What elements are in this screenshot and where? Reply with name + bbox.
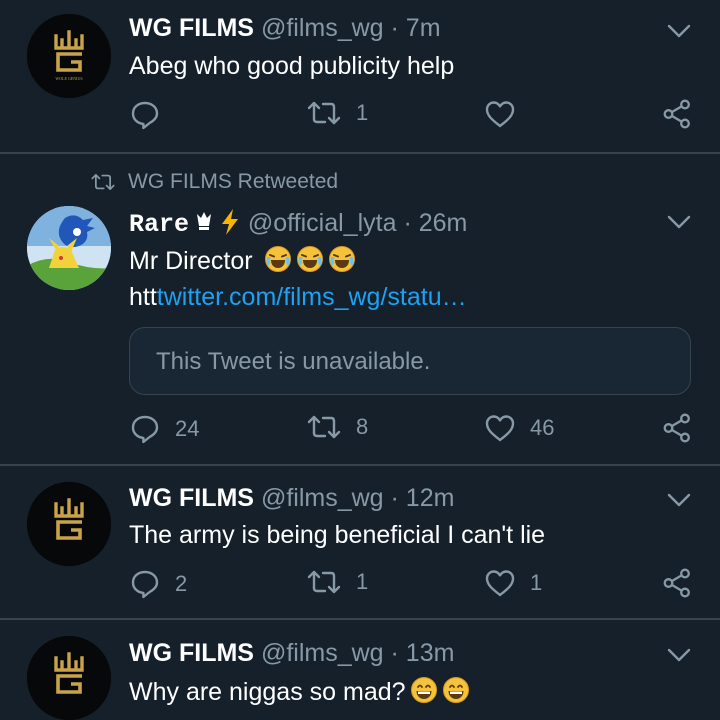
handle[interactable]: @films_wg: [261, 639, 384, 667]
handle[interactable]: @films_wg: [261, 14, 384, 42]
timestamp[interactable]: 12m: [406, 484, 455, 512]
reply-count: 24: [175, 416, 200, 441]
avatar[interactable]: [27, 206, 111, 290]
chevron-down-icon[interactable]: [664, 488, 694, 512]
handle[interactable]: @official_lyta: [248, 209, 397, 237]
tweet-text-content: Mr Director: [129, 247, 253, 275]
share-button[interactable]: [662, 568, 692, 598]
timestamp[interactable]: 7m: [406, 14, 441, 42]
unavailable-notice: This Tweet is unavailable.: [156, 348, 431, 375]
separator: ·: [390, 639, 399, 667]
tweet-1[interactable]: WOLE GENIUS WG FILMS @films_wg · 7m Abeg…: [0, 0, 720, 152]
retweeted-by[interactable]: WG FILMS Retweeted: [90, 170, 338, 194]
tweet-text: Why are niggas so mad?: [129, 676, 470, 707]
share-icon: [662, 413, 692, 443]
share-icon: [662, 568, 692, 598]
retweet-count: 1: [356, 100, 369, 125]
wg-films-logo: WOLE GENIUS: [27, 14, 111, 98]
display-name[interactable]: WG FILMS: [129, 639, 254, 667]
tweet-text: Abeg who good publicity help: [129, 52, 455, 80]
crying-laughing-emoji-icon: [328, 245, 356, 273]
separator: ·: [390, 484, 399, 512]
display-name[interactable]: WG FILMS: [129, 484, 254, 512]
tweet-header: Rare @official_lyta · 26m: [129, 208, 467, 239]
separator: ·: [403, 209, 412, 237]
reply-icon: [129, 413, 161, 445]
handle[interactable]: @films_wg: [261, 484, 384, 512]
wg-films-logo: [27, 636, 111, 720]
avatar-image: [27, 206, 111, 290]
lightning-icon: [221, 209, 238, 235]
heart-icon: [484, 568, 516, 598]
tweet-header: WG FILMS @films_wg · 13m: [129, 639, 454, 668]
retweet-count: 1: [356, 569, 369, 594]
retweet-icon: [306, 568, 342, 596]
chevron-down-icon[interactable]: [664, 210, 694, 234]
tweet-header: WG FILMS @films_wg · 7m: [129, 14, 441, 43]
action-bar: 24 8 46: [0, 413, 720, 449]
retweet-button[interactable]: 1: [306, 99, 368, 127]
heart-icon: [484, 413, 516, 443]
share-button[interactable]: [662, 413, 692, 443]
action-bar: 1: [0, 99, 720, 135]
quoted-tweet-card[interactable]: This Tweet is unavailable.: [129, 327, 691, 395]
timestamp[interactable]: 26m: [419, 209, 468, 237]
tweet-link-line: htttwitter.com/films_wg/statu…: [129, 283, 467, 312]
divider: [0, 618, 720, 620]
like-count: 1: [530, 570, 543, 595]
tweet-header: WG FILMS @films_wg · 12m: [129, 484, 454, 513]
divider: [0, 464, 720, 466]
avatar[interactable]: [27, 482, 111, 566]
reply-button[interactable]: [129, 99, 161, 131]
tweet-text: The army is being beneficial I can't lie: [129, 521, 546, 549]
retweet-button[interactable]: 1: [306, 568, 368, 596]
svg-text:WOLE GENIUS: WOLE GENIUS: [55, 76, 82, 81]
retweeted-by-label: WG FILMS Retweeted: [128, 170, 339, 193]
reply-icon: [129, 99, 161, 131]
timestamp[interactable]: 13m: [406, 639, 455, 667]
like-button[interactable]: 46: [484, 413, 554, 443]
reply-icon: [129, 568, 161, 600]
like-count: 46: [530, 415, 555, 440]
retweet-icon: [306, 413, 342, 441]
crown-icon: [196, 212, 211, 230]
reply-button[interactable]: 2: [129, 568, 187, 600]
grinning-emoji-icon: [410, 676, 438, 704]
retweet-icon: [90, 172, 116, 192]
crying-laughing-emoji-icon: [296, 245, 324, 273]
display-name[interactable]: Rare: [129, 210, 189, 239]
retweet-icon: [306, 99, 342, 127]
heart-icon: [484, 99, 516, 129]
action-bar: 2 1 1: [0, 568, 720, 604]
avatar[interactable]: [27, 636, 111, 720]
display-name[interactable]: WG FILMS: [129, 14, 254, 42]
link-prefix: htt: [129, 283, 157, 311]
crying-laughing-emoji-icon: [264, 245, 292, 273]
reply-count: 2: [175, 571, 188, 596]
avatar[interactable]: WOLE GENIUS: [27, 14, 111, 98]
separator: ·: [390, 14, 399, 42]
tweet-link[interactable]: twitter.com/films_wg/statu…: [157, 283, 467, 311]
tweet-text: Mr Director: [129, 245, 356, 276]
chevron-down-icon[interactable]: [664, 19, 694, 43]
wg-films-logo: [27, 482, 111, 566]
chevron-down-icon[interactable]: [664, 643, 694, 667]
share-icon: [662, 99, 692, 129]
grinning-emoji-icon: [442, 676, 470, 704]
retweet-button[interactable]: 8: [306, 413, 368, 441]
reply-button[interactable]: 24: [129, 413, 199, 445]
like-button[interactable]: [484, 99, 516, 129]
share-button[interactable]: [662, 99, 692, 129]
tweet-text-content: Why are niggas so mad?: [129, 678, 406, 706]
retweet-count: 8: [356, 414, 369, 439]
like-button[interactable]: 1: [484, 568, 542, 598]
